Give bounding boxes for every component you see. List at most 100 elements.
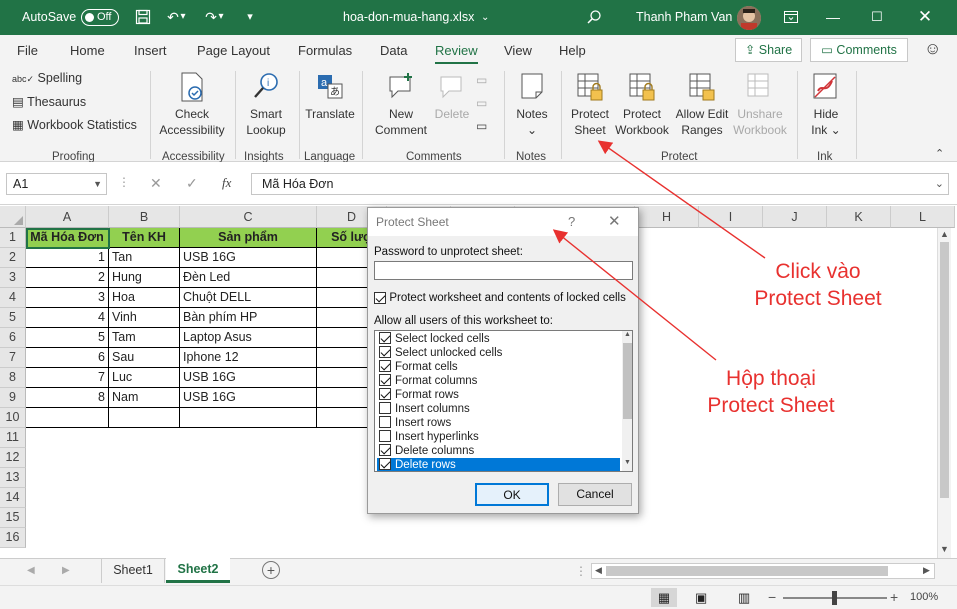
previous-comment-icon[interactable]: ▭ xyxy=(476,73,487,87)
insert-function-icon[interactable]: fx xyxy=(222,175,231,191)
column-header[interactable]: A xyxy=(26,206,109,228)
dialog-close-icon[interactable]: ✕ xyxy=(608,208,621,236)
table-cell[interactable]: 7 xyxy=(26,368,109,388)
scroll-left-icon[interactable]: ◀ xyxy=(595,565,602,576)
sheet-tab[interactable]: Sheet1 xyxy=(101,559,165,583)
column-header[interactable]: H xyxy=(635,206,699,228)
scroll-sheets-left-icon[interactable]: ◀ xyxy=(27,565,35,576)
permission-item[interactable]: Format columns xyxy=(377,374,620,388)
table-cell[interactable]: Hoa xyxy=(109,288,180,308)
formula-input[interactable]: Mã Hóa Đơn ⌄ xyxy=(251,173,949,195)
permission-checkbox[interactable] xyxy=(379,416,391,428)
spelling-button[interactable]: abc✓ Spelling xyxy=(12,71,82,85)
row-header[interactable]: 11 xyxy=(0,428,26,448)
list-scroll-down-icon[interactable]: ▼ xyxy=(624,459,631,466)
tab-data[interactable]: Data xyxy=(380,43,407,58)
ok-button[interactable]: OK xyxy=(475,483,549,506)
search-icon[interactable] xyxy=(579,4,609,30)
tab-formulas[interactable]: Formulas xyxy=(298,43,352,58)
horizontal-scrollbar[interactable]: ◀ ▶ xyxy=(591,563,935,579)
row-header[interactable]: 8 xyxy=(0,368,26,388)
table-cell[interactable]: USB 16G xyxy=(180,388,317,408)
maximize-icon[interactable]: ☐ xyxy=(862,4,892,30)
scroll-sheets-right-icon[interactable]: ▶ xyxy=(62,565,70,576)
table-cell[interactable]: Bàn phím HP xyxy=(180,308,317,328)
avatar[interactable] xyxy=(737,6,761,30)
permission-checkbox[interactable] xyxy=(379,458,391,470)
notes-button[interactable]: Notes ⌄ xyxy=(510,71,554,138)
permissions-list[interactable]: Select locked cells Select unlocked cells… xyxy=(374,330,633,472)
minimize-icon[interactable]: — xyxy=(818,4,848,30)
permission-item[interactable]: Select locked cells xyxy=(377,332,620,346)
normal-view-icon[interactable]: ▦ xyxy=(651,588,677,607)
vertical-scroll-thumb[interactable] xyxy=(940,242,949,498)
table-cell[interactable]: Hung xyxy=(109,268,180,288)
column-header[interactable]: J xyxy=(763,206,827,228)
cancel-button[interactable]: Cancel xyxy=(558,483,632,506)
table-cell[interactable]: 4 xyxy=(26,308,109,328)
row-header[interactable]: 7 xyxy=(0,348,26,368)
table-cell[interactable]: Laptop Asus xyxy=(180,328,317,348)
delete-comment-button[interactable]: Delete xyxy=(432,71,472,122)
table-cell[interactable]: Tam xyxy=(109,328,180,348)
row-header[interactable]: 14 xyxy=(0,488,26,508)
row-header[interactable]: 5 xyxy=(0,308,26,328)
row-header[interactable]: 15 xyxy=(0,508,26,528)
horizontal-scroll-thumb[interactable] xyxy=(606,566,888,576)
table-cell[interactable]: 5 xyxy=(26,328,109,348)
column-header[interactable]: C xyxy=(180,206,317,228)
show-comments-icon[interactable]: ▭ xyxy=(476,119,487,133)
customize-qat-icon[interactable]: ▾ xyxy=(235,4,265,30)
list-scroll-thumb[interactable] xyxy=(623,343,632,419)
table-cell[interactable]: 3 xyxy=(26,288,109,308)
permission-item[interactable]: Insert rows xyxy=(377,416,620,430)
autosave-toggle[interactable]: Off xyxy=(81,9,119,26)
table-cell[interactable]: Tan xyxy=(109,248,180,268)
table-cell[interactable] xyxy=(26,408,109,428)
permission-item[interactable]: Delete columns xyxy=(377,444,620,458)
tab-help[interactable]: Help xyxy=(559,43,586,58)
tab-view[interactable]: View xyxy=(504,43,532,58)
zoom-out-icon[interactable]: − xyxy=(768,588,776,607)
header-cell[interactable]: Tên KH xyxy=(109,228,180,248)
permission-checkbox[interactable] xyxy=(379,374,391,386)
tab-home[interactable]: Home xyxy=(70,43,105,58)
undo-dropdown-icon[interactable]: ▾ xyxy=(176,4,190,30)
permission-checkbox[interactable] xyxy=(379,360,391,372)
permission-item[interactable]: Delete rows xyxy=(377,458,620,471)
table-cell[interactable]: Luc xyxy=(109,368,180,388)
column-header[interactable]: K xyxy=(827,206,891,228)
column-header[interactable]: L xyxy=(891,206,955,228)
protect-contents-checkbox[interactable] xyxy=(374,291,386,304)
workbook-statistics-button[interactable]: ▦ Workbook Statistics xyxy=(12,117,137,132)
page-layout-view-icon[interactable]: ▣ xyxy=(695,588,707,607)
row-header[interactable]: 16 xyxy=(0,528,26,548)
header-cell[interactable]: Sản phẩm xyxy=(180,228,317,248)
zoom-level[interactable]: 100% xyxy=(910,591,938,603)
header-cell[interactable]: Mã Hóa Đơn xyxy=(26,228,109,248)
row-header[interactable]: 6 xyxy=(0,328,26,348)
permission-item[interactable]: Insert columns xyxy=(377,402,620,416)
permission-item[interactable]: Format rows xyxy=(377,388,620,402)
tab-insert[interactable]: Insert xyxy=(134,43,167,58)
table-cell[interactable]: Sau xyxy=(109,348,180,368)
zoom-in-icon[interactable]: + xyxy=(890,588,898,607)
translate-button[interactable]: aあ Translate xyxy=(304,71,356,122)
zoom-slider-thumb[interactable] xyxy=(832,591,837,605)
table-cell[interactable]: 8 xyxy=(26,388,109,408)
smart-lookup-button[interactable]: i Smart Lookup xyxy=(240,71,292,138)
zoom-slider[interactable] xyxy=(783,591,887,605)
filename-dropdown-icon[interactable]: ⌄ xyxy=(481,12,489,23)
formula-bar-grip-icon[interactable]: ⋮ xyxy=(118,175,130,189)
cancel-entry-icon[interactable]: ✕ xyxy=(150,175,162,192)
table-cell[interactable]: 2 xyxy=(26,268,109,288)
row-header[interactable]: 9 xyxy=(0,388,26,408)
tab-split-grip-icon[interactable]: ⋮ xyxy=(575,564,587,578)
tab-file[interactable]: File xyxy=(17,43,38,58)
table-cell[interactable] xyxy=(109,408,180,428)
table-cell[interactable]: Nam xyxy=(109,388,180,408)
name-box-dropdown-icon[interactable]: ▼ xyxy=(93,174,102,194)
name-box[interactable]: A1 ▼ xyxy=(6,173,107,195)
permission-item[interactable]: Format cells xyxy=(377,360,620,374)
scroll-down-icon[interactable]: ▼ xyxy=(940,544,949,554)
